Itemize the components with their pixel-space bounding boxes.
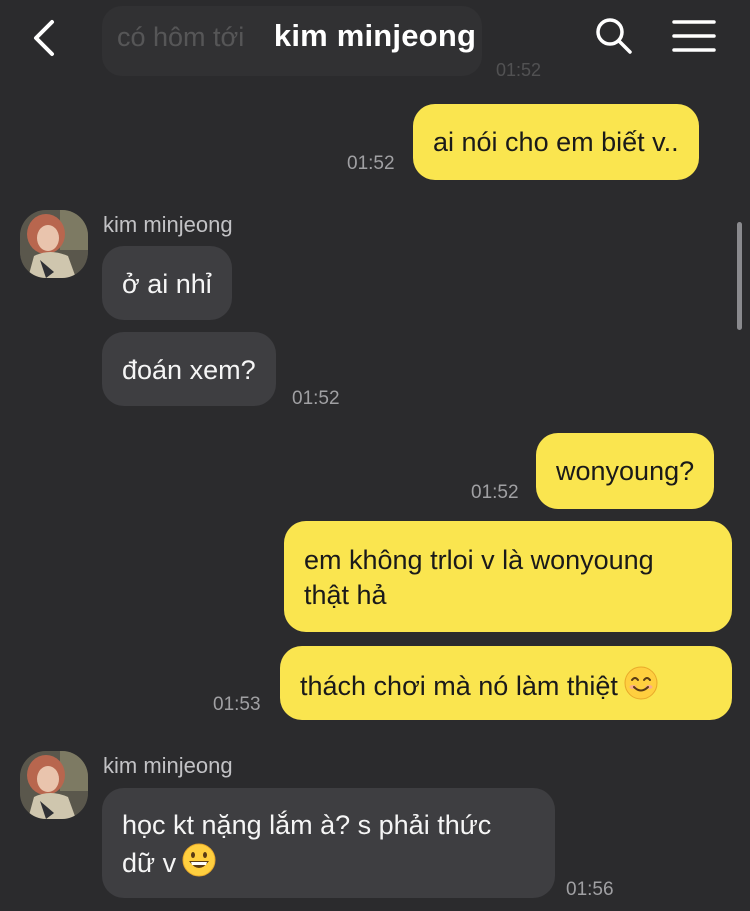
chat-screen: có hôm tới 01:52 kim minjeong 01:52 ai n… [0,0,750,911]
scrolled-message-time: 01:52 [496,60,542,80]
outgoing-message-bubble[interactable]: wonyoung? [536,433,715,509]
message-time: 01:52 [347,153,395,174]
outgoing-message-bubble[interactable]: thách chơi mà nó làm thiệt [280,646,732,720]
message-text: wonyoung? [556,456,695,486]
sender-name: kim minjeong [103,212,233,237]
search-icon [596,18,632,54]
incoming-message-bubble[interactable]: đoán xem? [102,332,276,406]
message-time: 01:52 [292,388,340,409]
chat-header: có hôm tới 01:52 kim minjeong [0,0,750,82]
menu-icon [672,20,716,52]
incoming-message-bubble[interactable]: ở ai nhỉ [102,246,232,320]
message-time: 01:52 [471,482,519,503]
sender-name: kim minjeong [103,753,233,778]
scrollbar[interactable] [737,222,742,330]
incoming-message-bubble[interactable]: học kt nặng lắm à? s phải thức dữ v [102,788,555,898]
message-content: dữ v [122,843,535,881]
message-text: thách chơi mà nó làm thiệt [300,671,618,701]
message-text-line: dữ v [122,848,177,878]
avatar[interactable] [20,210,88,278]
message-text: ai nói cho em biết v.. [433,127,679,157]
outgoing-message-bubble[interactable]: ai nói cho em biết v.. [413,104,699,180]
avatar-image [20,751,88,819]
message-time: 01:53 [213,694,261,715]
grinning-face-emoji-icon [182,843,216,877]
message-text-line: em không trloi v là wonyoung [304,545,654,575]
message-text-line: thật hả [304,580,387,610]
avatar-image [20,210,88,278]
outgoing-message-bubble[interactable]: em không trloi v là wonyoung thật hả [284,521,732,632]
message-text: ở ai nhỉ [122,269,212,299]
smiling-face-emoji-icon [624,666,658,700]
message-time: 01:56 [566,879,614,900]
chat-title: kim minjeong [273,18,477,53]
message-text-line: học kt nặng lắm à? s phải thức [122,810,492,840]
menu-button[interactable] [672,18,716,54]
message-content: thách chơi mà nó làm thiệt [300,666,712,704]
message-text: đoán xem? [122,355,256,385]
avatar[interactable] [20,751,88,819]
search-button[interactable] [594,16,634,56]
